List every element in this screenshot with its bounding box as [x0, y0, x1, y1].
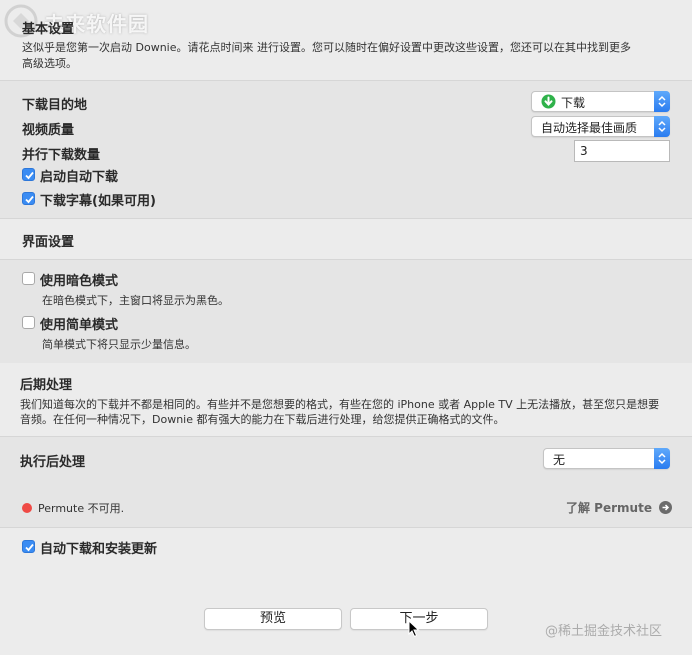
destination-value: 下载 [561, 96, 586, 110]
watermark-bottom: @稀土掘金技术社区 [545, 624, 663, 639]
updown-arrows-icon [654, 116, 670, 137]
subtitles-label[interactable]: 下载字幕(如果可用) [40, 190, 156, 209]
auto-update-checkbox[interactable] [22, 540, 35, 553]
learn-permute-label[interactable]: 了解 Permute [566, 501, 652, 515]
simple-mode-desc: 简单模式下将只显示少量信息。 [42, 338, 196, 351]
updown-arrows-icon [654, 448, 670, 469]
checkmark-icon [25, 543, 34, 552]
execute-post-value: 无 [553, 453, 566, 467]
auto-update-label[interactable]: 自动下载和安装更新 [40, 538, 157, 557]
auto-download-checkbox[interactable] [22, 168, 35, 181]
subtitles-checkbox[interactable] [22, 192, 35, 205]
preview-button[interactable]: 预览 [204, 608, 342, 630]
permute-status-text: Permute 不可用. [38, 502, 125, 515]
execute-post-popup[interactable]: 无 [543, 448, 670, 469]
dark-mode-desc: 在暗色模式下，主窗口将显示为黑色。 [42, 294, 229, 307]
post-processing-title: 后期处理 [20, 378, 73, 393]
parallel-label: 并行下载数量 [22, 148, 101, 163]
interface-settings-title: 界面设置 [22, 235, 75, 250]
checkmark-icon [25, 195, 34, 204]
parallel-count-field[interactable]: 3 [574, 140, 670, 162]
learn-permute-link[interactable]: 了解 Permute [566, 499, 673, 516]
destination-label: 下载目的地 [22, 98, 88, 113]
updown-arrows-icon [654, 91, 670, 112]
basic-settings-desc-line1: 这似乎是您第一次启动 Downie。请花点时间来 进行设置。您可以随时在偏好设置… [22, 41, 631, 54]
parallel-count-value: 3 [580, 144, 588, 158]
simple-mode-label[interactable]: 使用简单模式 [40, 314, 118, 333]
dark-mode-label[interactable]: 使用暗色模式 [40, 270, 118, 289]
destination-popup[interactable]: 下载 [531, 91, 670, 112]
status-dot-icon [22, 503, 32, 513]
quality-popup[interactable]: 自动选择最佳画质 [531, 116, 670, 137]
basic-settings-desc-line2: 高级选项。 [22, 57, 77, 70]
execute-post-label: 执行后处理 [20, 455, 86, 470]
dark-mode-checkbox[interactable] [22, 272, 35, 285]
post-processing-desc-line2: 音频。在任何一种情况下，Downie 都有强大的能力在下载后进行处理，给您提供正… [20, 413, 505, 426]
quality-label: 视频质量 [22, 123, 75, 138]
quality-value: 自动选择最佳画质 [541, 121, 638, 135]
arrow-right-circle-icon[interactable] [659, 501, 673, 514]
checkmark-icon [25, 171, 34, 180]
mouse-cursor-icon [408, 619, 420, 642]
simple-mode-checkbox[interactable] [22, 316, 35, 329]
interface-header-band [0, 219, 692, 259]
auto-download-label[interactable]: 启动自动下载 [40, 166, 118, 185]
basic-settings-title: 基本设置 [22, 22, 75, 37]
download-folder-icon [541, 94, 556, 113]
